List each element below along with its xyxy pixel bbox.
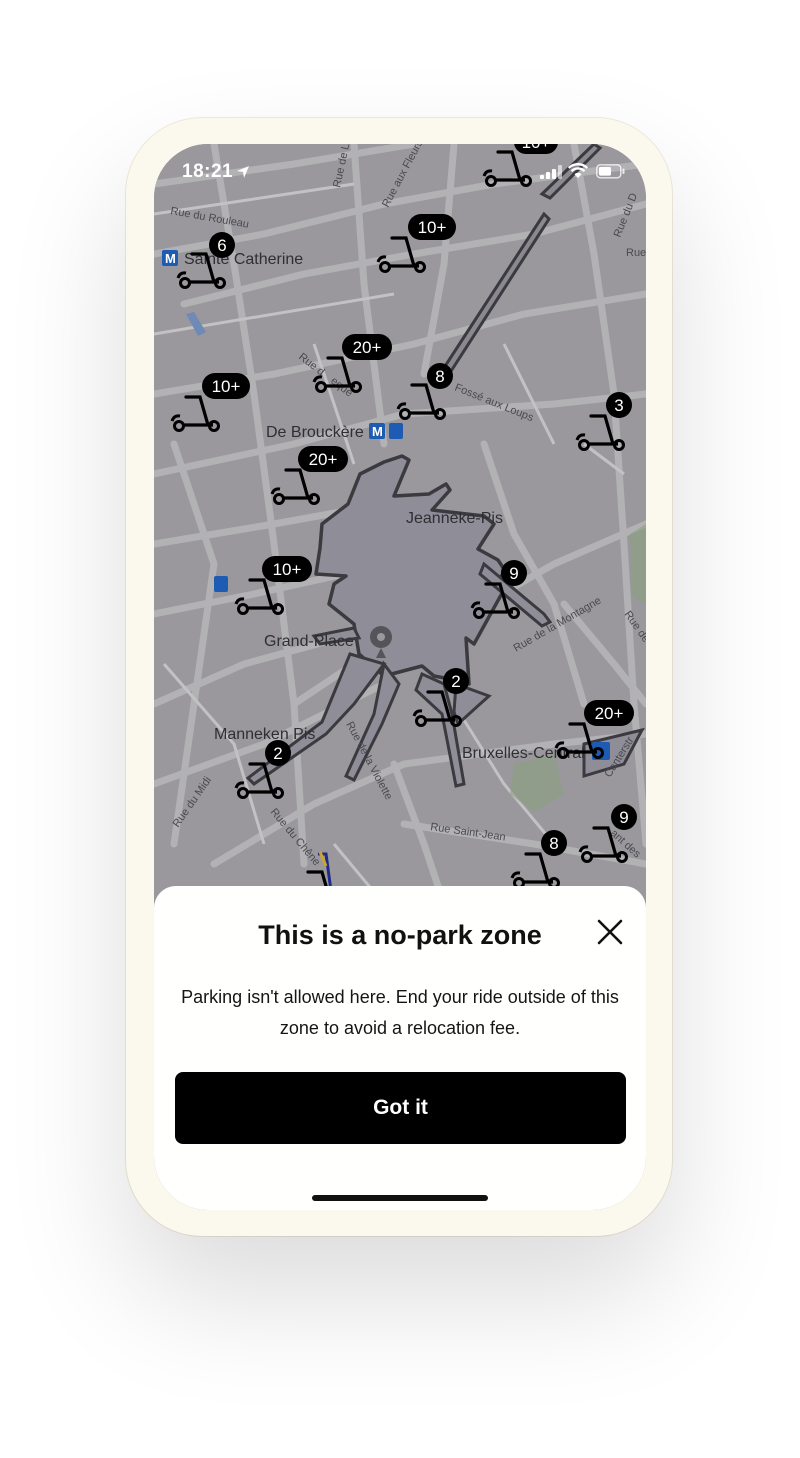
svg-text:10+: 10+ xyxy=(418,218,447,237)
battery-icon xyxy=(596,164,625,179)
svg-text:2: 2 xyxy=(451,672,460,691)
street-rue-right: Rue xyxy=(626,247,646,259)
park-east xyxy=(630,524,646,604)
no-park-zone-sheet: This is a no-park zone Parking isn't all… xyxy=(154,886,646,1210)
home-indicator[interactable] xyxy=(312,1195,488,1201)
map[interactable]: M M Sainte Catherine De Brouckère Jeanne… xyxy=(154,144,646,904)
label-grand-place: Grand-Place xyxy=(264,633,354,650)
svg-text:20+: 20+ xyxy=(309,450,338,469)
svg-text:8: 8 xyxy=(549,834,558,853)
svg-text:9: 9 xyxy=(509,564,518,583)
sheet-title: This is a no-park zone xyxy=(258,920,542,950)
label-de-brouckere: De Brouckère xyxy=(266,424,364,441)
svg-text:10+: 10+ xyxy=(273,560,302,579)
tram-icon-de-brouckere xyxy=(389,423,403,439)
status-time: 18:21 xyxy=(182,161,234,182)
phone-screen: M M Sainte Catherine De Brouckère Jeanne… xyxy=(154,144,646,1210)
label-jeanneke-pis: Jeanneke-Pis xyxy=(406,510,503,527)
svg-text:3: 3 xyxy=(614,396,623,415)
label-manneken-pis: Manneken Pis xyxy=(214,726,315,743)
got-it-button[interactable]: Got it xyxy=(175,1072,626,1144)
status-bar: 18:21 xyxy=(154,144,646,202)
svg-text:10+: 10+ xyxy=(212,377,241,396)
close-icon xyxy=(597,919,623,945)
location-arrow-icon xyxy=(237,166,249,178)
sheet-message: Parking isn't allowed here. End your rid… xyxy=(181,987,619,1038)
signal-icon xyxy=(540,165,562,179)
svg-text:2: 2 xyxy=(273,744,282,763)
svg-text:20+: 20+ xyxy=(353,338,382,357)
svg-text:M: M xyxy=(372,424,383,439)
wifi-icon xyxy=(568,163,588,178)
svg-text:6: 6 xyxy=(217,236,226,255)
svg-text:8: 8 xyxy=(435,367,444,386)
svg-text:M: M xyxy=(165,251,176,266)
svg-text:9: 9 xyxy=(619,808,628,827)
close-button[interactable] xyxy=(594,916,626,948)
tram-icon-west xyxy=(214,576,228,592)
svg-text:20+: 20+ xyxy=(595,704,624,723)
